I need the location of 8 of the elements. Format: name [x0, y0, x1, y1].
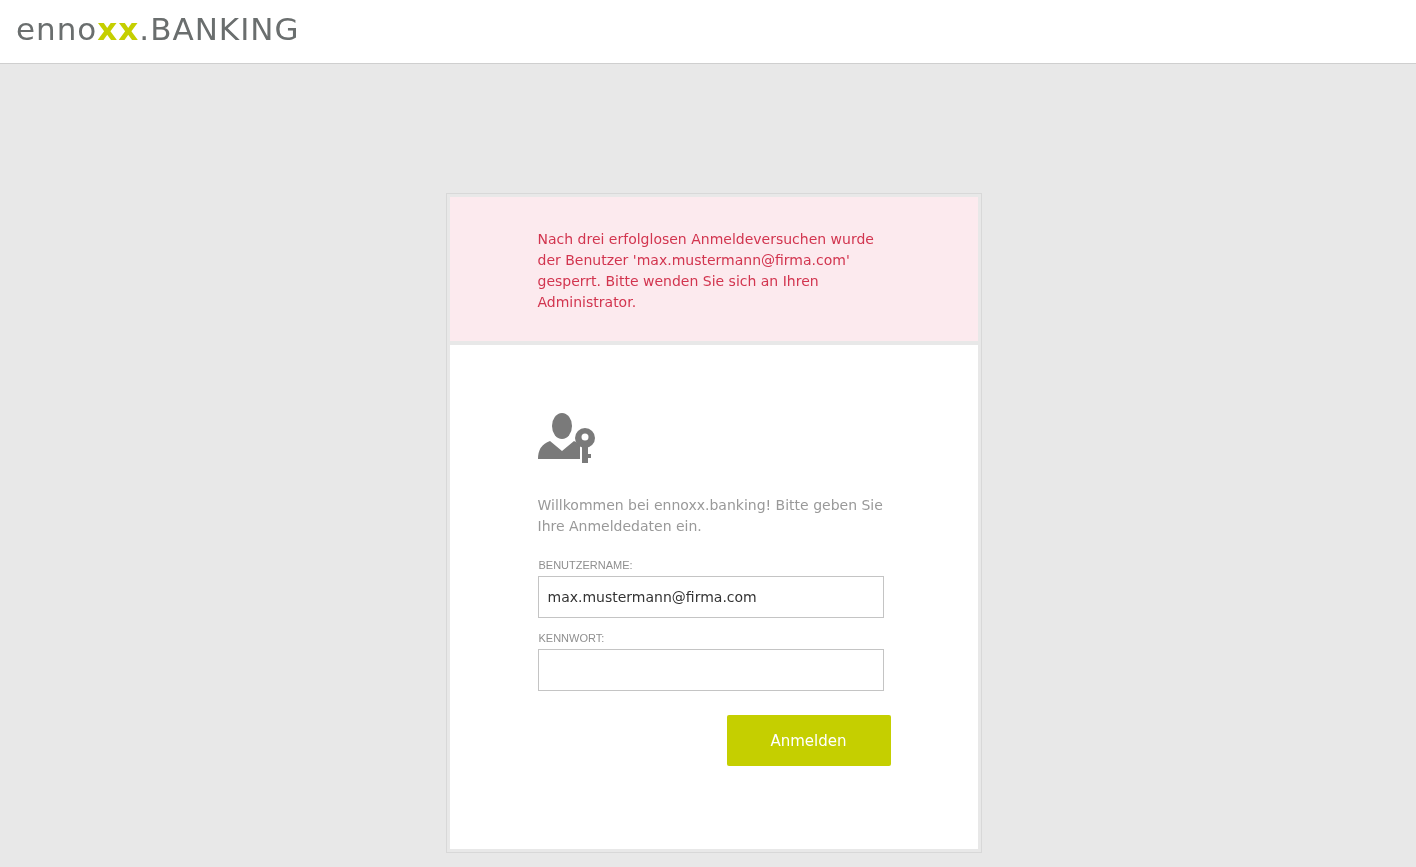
field-label: KENNWORT:: [538, 632, 606, 644]
field-label: BENUTZERNAME:: [538, 559, 634, 571]
password-field[interactable]: [537, 649, 884, 691]
username-field[interactable]: max.mustermann@firma.com: [537, 576, 884, 618]
welcome-text: Willkommen bei ennoxx.banking! Bitte geben Sie Ihre Anmeldedaten ein.: [537, 496, 884, 536]
user-key-icon: [537, 413, 596, 465]
logo[interactable]: ennoxx.BANKING: [16, 10, 300, 53]
error-message: Nach drei erfolglosen Anmeldeversuchen wurde der Benutzer 'max.mustermann@firma.com' gesperrt. Bitte wenden Sie sich an Ihren Administrator.: [537, 230, 875, 312]
